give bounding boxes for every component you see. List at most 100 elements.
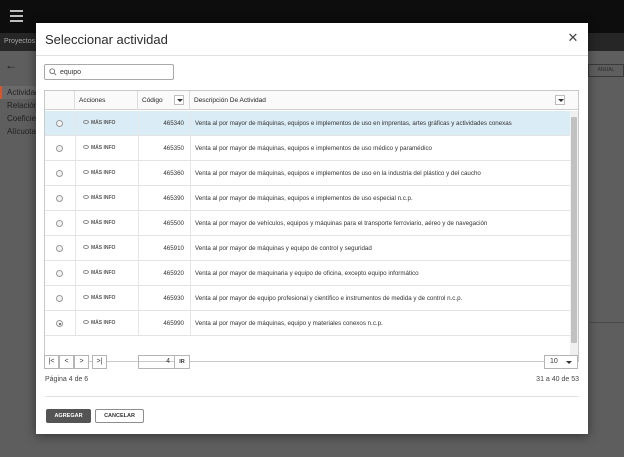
more-info-button[interactable]: MÁS INFO [83,261,115,286]
activity-description: Venta al por mayor de máquinas, equipo y… [195,320,383,327]
vertical-scrollbar[interactable] [570,111,578,361]
more-info-label: MÁS INFO [91,195,116,201]
page-info: Página 4 de 6 [45,376,89,383]
arrow-left-icon[interactable]: ← [5,58,17,72]
table-row[interactable]: MÁS INFO 465930 Venta al por mayor de equi… [45,286,570,311]
table-row[interactable]: MÁS INFO 465360 Venta al por mayor de máqu… [45,161,570,186]
table-row[interactable]: MÁS INFO 465350 Venta al por mayor de máqu… [45,136,570,161]
more-info-label: MÁS INFO [91,170,116,176]
dialog-title: Seleccionar actividad [45,32,168,47]
activity-description: Venta al por mayor de maquinaria y equip… [195,270,419,277]
table-row[interactable]: MÁS INFO 465920 Venta al por mayor de maqu… [45,261,570,286]
activity-description: Venta al por mayor de máquinas, equipos … [195,170,481,177]
first-page-button[interactable]: |< [44,355,59,369]
anual-button[interactable]: ANUAL [588,64,624,77]
more-info-button[interactable]: MÁS INFO [83,211,115,236]
prev-page-button[interactable]: < [59,355,74,369]
column-divider [75,111,76,136]
code-sort-icon[interactable] [174,95,184,105]
sidebar-item-coeficientes[interactable]: Coeficie [0,112,36,125]
divider [36,55,588,56]
eye-icon [83,244,89,249]
table-row[interactable]: MÁS INFO 465340 Venta al por mayor de máqu… [45,111,570,136]
column-divider [75,261,76,286]
column-divider [75,236,76,261]
go-page-button[interactable]: IR [174,355,190,369]
header-code[interactable]: Código [138,91,190,110]
activity-code: 465350 [163,145,184,152]
table-row[interactable]: MÁS INFO 465500 Venta al por mayor de vehí… [45,211,570,236]
eye-icon [83,144,89,149]
activity-description: Venta al por mayor de máquinas y equipo … [195,245,372,252]
activity-description: Venta al por mayor de máquinas, equipos … [195,145,432,152]
eye-icon [83,219,89,224]
row-radio[interactable] [56,120,63,127]
activity-description: Venta al por mayor de vehículos, equipos… [195,220,488,227]
sidebar-item-relacion[interactable]: Relación [0,99,36,112]
row-radio[interactable] [56,170,63,177]
column-divider [75,311,76,336]
description-sort-icon[interactable] [555,95,565,105]
header-select [45,91,75,110]
column-divider [190,111,191,136]
row-radio[interactable] [56,145,63,152]
add-button[interactable]: AGREGAR [46,409,91,423]
more-info-button[interactable]: MÁS INFO [83,286,115,311]
divider [590,322,624,323]
more-info-label: MÁS INFO [91,245,116,251]
page-number-input[interactable]: 4 [138,355,175,369]
more-info-button[interactable]: MÁS INFO [83,311,115,336]
column-divider [190,211,191,236]
more-info-button[interactable]: MÁS INFO [83,111,115,136]
table-header: Acciones Código Descripción De Actividad [45,91,578,110]
app-sidebar: Actividad Relación Coeficie Alícuotas [0,86,36,138]
more-info-label: MÁS INFO [91,270,116,276]
column-divider [75,286,76,311]
column-divider [190,236,191,261]
more-info-button[interactable]: MÁS INFO [83,136,115,161]
row-radio[interactable] [56,320,63,327]
table-row[interactable]: MÁS INFO 465910 Venta al por mayor de máqu… [45,236,570,261]
more-info-button[interactable]: MÁS INFO [83,186,115,211]
activity-code: 465990 [163,320,184,327]
header-code-label: Código [142,97,163,104]
search-icon [49,68,57,76]
activity-description: Venta al por mayor de máquinas, equipos … [195,195,413,202]
activity-description: Venta al por mayor de máquinas, equipos … [195,120,512,127]
header-description[interactable]: Descripción De Actividad [190,91,570,110]
sidebar-item-alicuotas[interactable]: Alícuotas [0,125,36,138]
column-divider [75,186,76,211]
table-row[interactable]: MÁS INFO 465390 Venta al por mayor de máqu… [45,186,570,211]
close-icon[interactable]: ✕ [566,31,580,45]
row-radio[interactable] [56,270,63,277]
column-divider [75,161,76,186]
eye-icon [83,119,89,124]
more-info-label: MÁS INFO [91,120,116,126]
search-input[interactable] [60,66,170,78]
last-page-button[interactable]: >| [92,355,107,369]
divider [45,396,579,397]
table-row[interactable]: MÁS INFO 465990 Venta al por mayor de máqu… [45,311,570,336]
nav-item-proyectos[interactable]: Proyectos [4,38,35,45]
row-radio[interactable] [56,295,63,302]
row-radio[interactable] [56,220,63,227]
column-divider [190,261,191,286]
column-divider [190,311,191,336]
column-divider [190,186,191,211]
row-radio[interactable] [56,245,63,252]
page-size-select[interactable]: 10 [544,355,578,369]
header-actions: Acciones [75,91,138,110]
more-info-button[interactable]: MÁS INFO [83,236,115,261]
activity-code: 465340 [163,120,184,127]
scrollbar-thumb[interactable] [571,117,577,343]
more-info-label: MÁS INFO [91,145,116,151]
more-info-button[interactable]: MÁS INFO [83,161,115,186]
eye-icon [83,269,89,274]
next-page-button[interactable]: > [74,355,89,369]
column-divider [190,161,191,186]
sidebar-item-actividad[interactable]: Actividad [0,86,36,99]
row-radio[interactable] [56,195,63,202]
more-info-label: MÁS INFO [91,220,116,226]
hamburger-menu-icon[interactable] [10,10,23,22]
cancel-button[interactable]: CANCELAR [95,409,144,423]
